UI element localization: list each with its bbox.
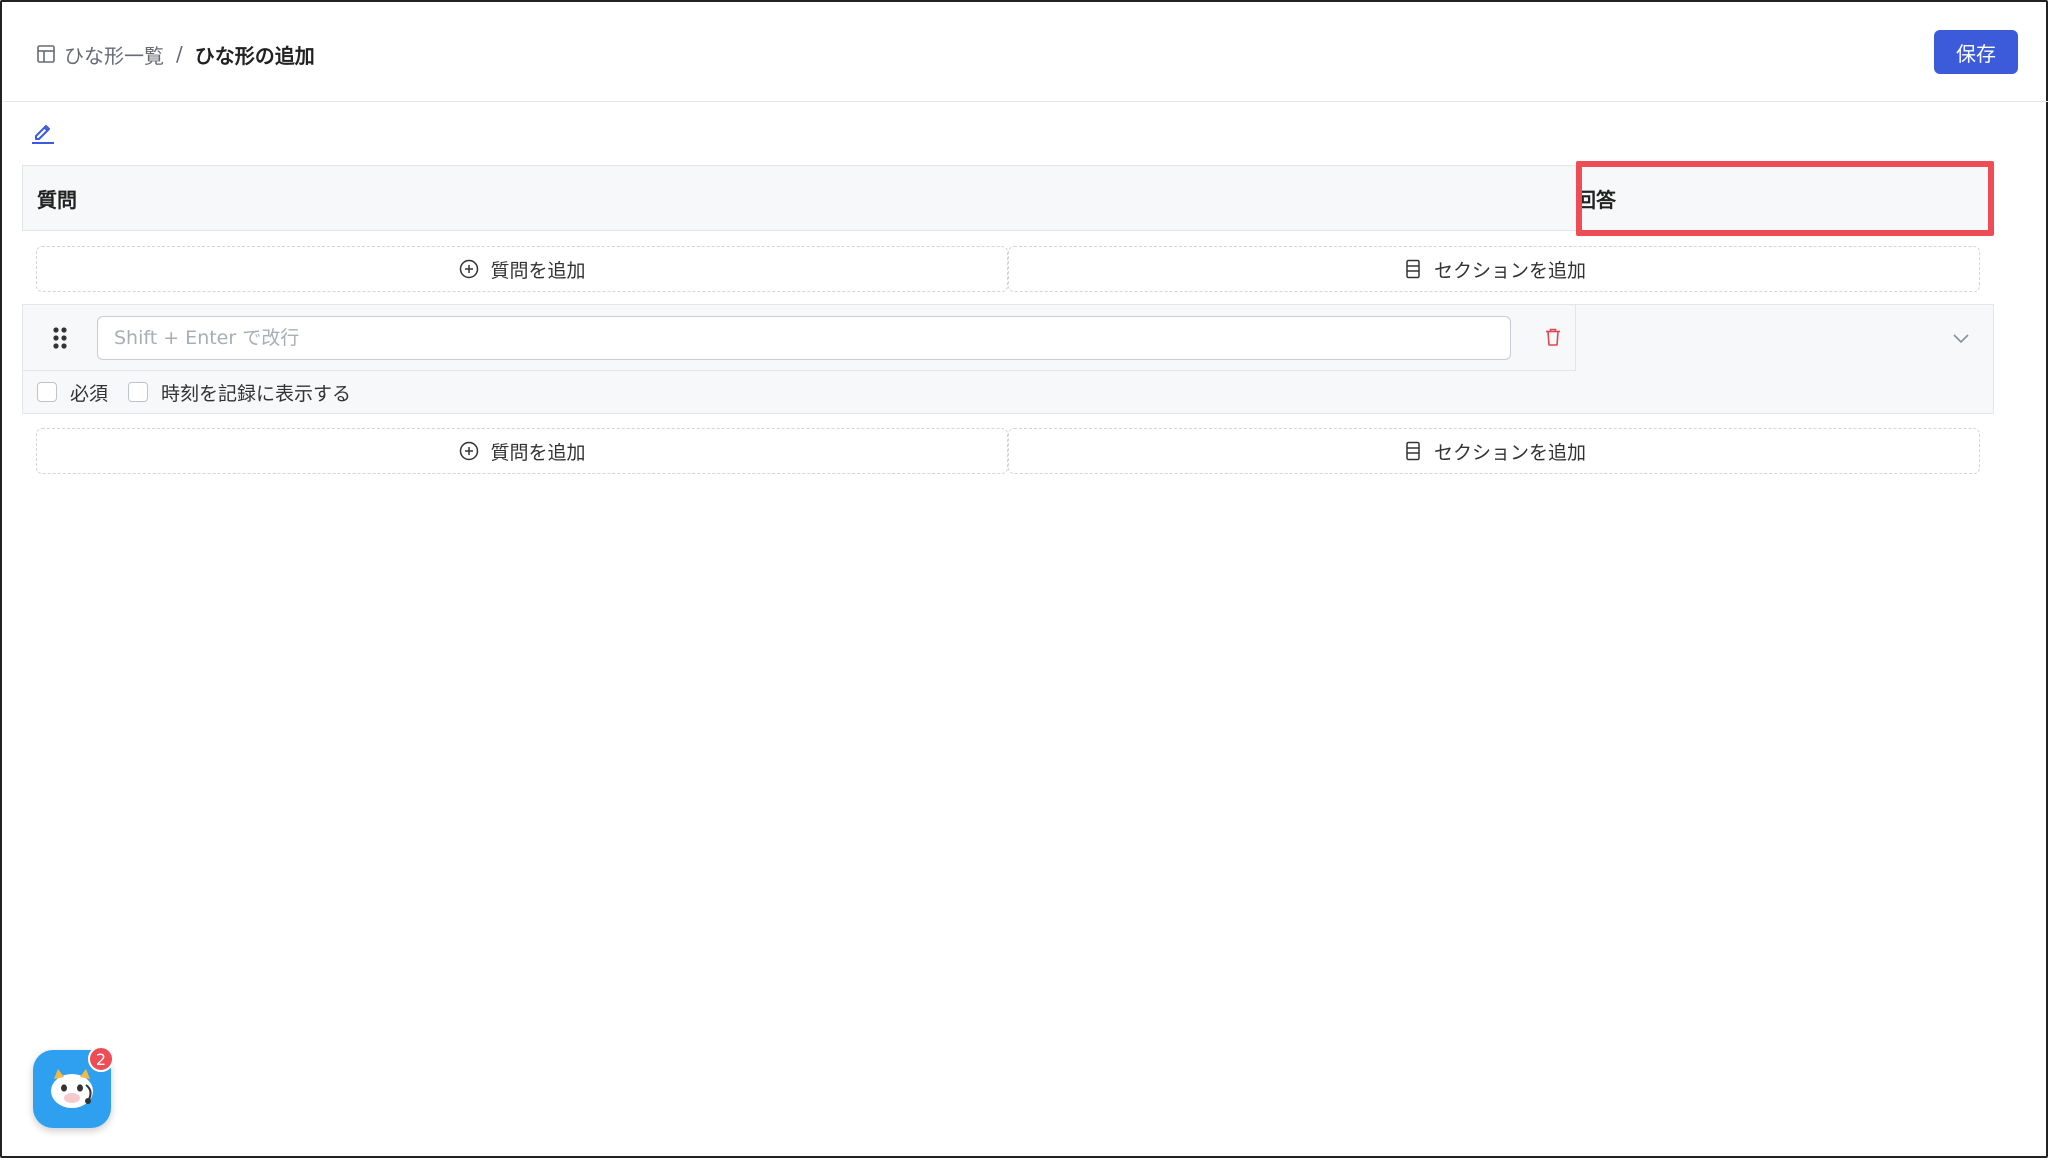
column-header-question: 質問 bbox=[37, 187, 77, 212]
show-time-checkbox[interactable] bbox=[128, 382, 149, 402]
add-row: 質問を追加 セクションを追加 bbox=[36, 246, 1980, 292]
pencil-icon[interactable] bbox=[28, 116, 58, 146]
add-row: 質問を追加 セクションを追加 bbox=[36, 428, 1980, 474]
plus-circle-icon bbox=[458, 440, 480, 462]
add-question-button[interactable]: 質問を追加 bbox=[36, 246, 1008, 292]
required-checkbox-wrap[interactable]: 必須 bbox=[37, 379, 108, 406]
answer-type-select[interactable] bbox=[1575, 305, 1993, 371]
notification-badge: 2 bbox=[88, 1046, 114, 1072]
question-item: 必須 時刻を記録に表示する bbox=[22, 304, 1994, 414]
question-row bbox=[23, 305, 1993, 371]
add-section-button[interactable]: セクションを追加 bbox=[1008, 246, 1980, 292]
show-time-checkbox-wrap[interactable]: 時刻を記録に表示する bbox=[128, 379, 351, 406]
column-header-answer: 回答 bbox=[1576, 187, 1616, 212]
question-input[interactable] bbox=[97, 316, 1511, 360]
add-question-label: 質問を追加 bbox=[490, 259, 586, 282]
add-question-button[interactable]: 質問を追加 bbox=[36, 428, 1008, 474]
section-icon bbox=[1402, 258, 1424, 280]
save-button[interactable]: 保存 bbox=[1934, 30, 2018, 74]
breadcrumb-separator: / bbox=[176, 42, 183, 66]
trash-icon[interactable] bbox=[1542, 326, 1564, 348]
breadcrumb-parent-link[interactable]: ひな形一覧 bbox=[64, 40, 164, 69]
app-frame: ひな形一覧 / ひな形の追加 保存 質問 回答 質問を追加 セクションを追加 S… bbox=[0, 0, 2048, 1158]
page-header: ひな形一覧 / ひな形の追加 保存 bbox=[4, 4, 2048, 102]
required-label: 必須 bbox=[70, 382, 109, 405]
required-checkbox[interactable] bbox=[37, 382, 57, 402]
show-time-label: 時刻を記録に表示する bbox=[161, 382, 352, 405]
add-section-label: セクションを追加 bbox=[1433, 259, 1586, 282]
add-section-button[interactable]: セクションを追加 bbox=[1008, 428, 1980, 474]
add-section-label: セクションを追加 bbox=[1433, 441, 1586, 464]
chevron-down-icon[interactable] bbox=[1950, 327, 1972, 349]
table-header: 質問 回答 bbox=[22, 165, 1994, 231]
plus-circle-icon bbox=[458, 258, 480, 280]
question-options: 必須 時刻を記録に表示する bbox=[23, 371, 1993, 413]
drag-handle-icon[interactable] bbox=[51, 325, 69, 351]
page-title: ひな形の追加 bbox=[194, 43, 315, 68]
section-icon bbox=[1402, 440, 1424, 462]
breadcrumb: ひな形一覧 / ひな形の追加 bbox=[36, 38, 315, 70]
layout-template-icon bbox=[36, 44, 56, 64]
add-question-label: 質問を追加 bbox=[490, 441, 586, 464]
